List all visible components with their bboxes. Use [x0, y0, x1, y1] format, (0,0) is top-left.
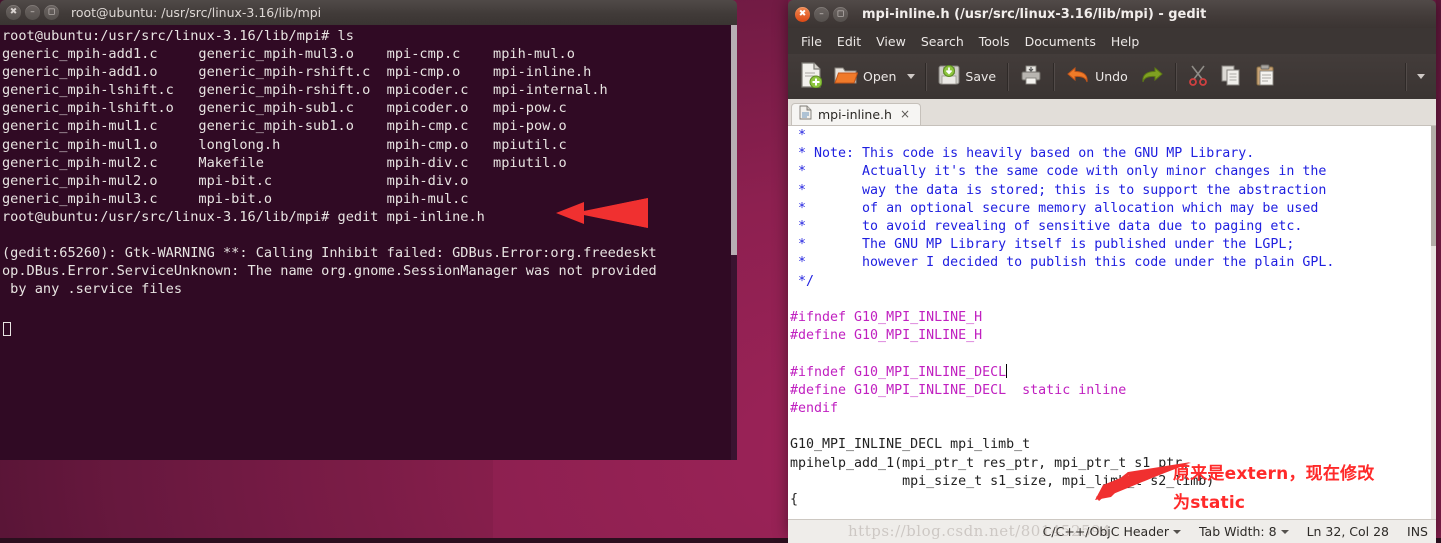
menu-documents[interactable]: Documents — [1018, 31, 1103, 52]
folder-open-icon — [834, 64, 859, 89]
redo-arrow-icon — [1140, 65, 1164, 88]
menu-tools[interactable]: Tools — [972, 31, 1017, 52]
new-document-icon — [800, 62, 823, 91]
code-line: * to avoid revealing of sensitive data d… — [790, 219, 1303, 235]
gedit-text-editor[interactable]: * * Note: This code is heavily based on … — [788, 126, 1436, 519]
minimize-icon[interactable]: – — [25, 5, 40, 20]
code-line: * of an optional secure memory allocatio… — [790, 200, 1319, 216]
code-line: #define G10_MPI_INLINE_DECL — [790, 382, 1007, 398]
code-line: #define G10_MPI_INLINE_H — [790, 328, 983, 344]
code-line: * way the data is stored; this is to sup… — [790, 182, 1327, 198]
code-line: * however I decided to publish this code… — [790, 255, 1335, 271]
open-file-label: Open — [863, 69, 897, 84]
gedit-window-controls[interactable]: ✖ – ◻ — [795, 6, 848, 22]
tab-label: mpi-inline.h — [818, 106, 892, 122]
save-button[interactable]: Save — [932, 60, 1002, 93]
save-label: Save — [965, 69, 997, 84]
printer-icon — [1020, 64, 1042, 89]
language-selector[interactable]: C/C++/ObjC Header — [1043, 524, 1181, 539]
editor-scrollbar-track[interactable] — [1431, 126, 1436, 519]
tab-close-icon[interactable]: × — [898, 108, 912, 120]
gedit-titlebar[interactable]: ✖ – ◻ mpi-inline.h (/usr/src/linux-3.16/… — [788, 0, 1436, 28]
code-line: #ifndef G10_MPI_INLINE_H — [790, 310, 983, 326]
menu-file[interactable]: File — [794, 31, 829, 52]
terminal-title: root@ubuntu: /usr/src/linux-3.16/lib/mpi — [71, 5, 322, 20]
annotation-text-line-1: 原来是extern，现在修改 — [1173, 464, 1375, 484]
terminal-window-controls[interactable]: ✖ – ◻ — [6, 5, 59, 20]
source-code-content[interactable]: * * Note: This code is heavily based on … — [788, 126, 1436, 509]
copy-icon — [1220, 64, 1242, 89]
code-line: #ifndef G10_MPI_INLINE_DECL — [790, 364, 1007, 380]
menu-edit[interactable]: Edit — [830, 31, 868, 52]
tab-mpi-inline-h[interactable]: mpi-inline.h × — [791, 103, 922, 125]
editor-scrollbar-thumb[interactable] — [1431, 126, 1436, 246]
toolbar-separator — [925, 62, 928, 91]
code-line: G10_MPI_INLINE_DECL mpi_limb_t — [790, 437, 1031, 453]
code-line: * The GNU MP Library itself is published… — [790, 237, 1295, 253]
maximize-icon[interactable]: ◻ — [833, 6, 848, 22]
code-line: * Actually it's the same code with only … — [790, 164, 1327, 180]
language-label: C/C++/ObjC Header — [1042, 524, 1169, 539]
code-line: mpihelp_add_1(mpi_ptr_t res_ptr, mpi_ptr… — [790, 455, 1191, 471]
undo-label: Undo — [1095, 69, 1128, 84]
code-line-suffix: static inline — [1006, 382, 1127, 398]
code-line: */ — [790, 273, 815, 289]
terminal-output: root@ubuntu:/usr/src/linux-3.16/lib/mpi#… — [2, 28, 657, 298]
paste-button[interactable] — [1248, 60, 1282, 93]
gedit-toolbar[interactable]: Open Save Undo — [788, 54, 1436, 99]
gedit-tabbar[interactable]: mpi-inline.h × — [788, 99, 1436, 126]
close-icon[interactable]: ✖ — [795, 6, 810, 22]
text-cursor — [1006, 363, 1008, 378]
terminal-window[interactable]: ✖ – ◻ root@ubuntu: /usr/src/linux-3.16/l… — [0, 0, 737, 460]
terminal-cursor — [3, 322, 11, 336]
print-button[interactable] — [1014, 60, 1048, 93]
clipboard-paste-icon — [1254, 64, 1276, 89]
language-chevron-down-icon[interactable] — [1172, 529, 1181, 534]
scissors-icon — [1188, 64, 1208, 89]
open-dropdown-chevron-down-icon[interactable] — [907, 74, 916, 79]
toolbar-separator — [1174, 62, 1177, 91]
maximize-icon[interactable]: ◻ — [44, 5, 59, 20]
terminal-scrollbar-thumb[interactable] — [731, 25, 737, 255]
toolbar-separator — [1405, 62, 1407, 91]
gedit-menubar[interactable]: File Edit View Search Tools Documents He… — [788, 28, 1436, 54]
menu-view[interactable]: View — [869, 31, 913, 52]
redo-button[interactable] — [1134, 61, 1170, 92]
save-disk-icon — [938, 64, 960, 89]
undo-button[interactable]: Undo — [1060, 61, 1134, 92]
tab-width-label: Tab Width: 8 — [1198, 524, 1277, 539]
terminal-titlebar[interactable]: ✖ – ◻ root@ubuntu: /usr/src/linux-3.16/l… — [0, 0, 737, 25]
insert-mode-label: INS — [1407, 524, 1428, 539]
toolbar-overflow-chevron-down-icon[interactable] — [1417, 74, 1425, 79]
code-line: #endif — [790, 401, 839, 417]
code-line: * Note: This code is heavily based on th… — [790, 146, 1255, 162]
new-document-button[interactable] — [794, 58, 828, 95]
open-file-button[interactable]: Open — [828, 60, 902, 93]
document-icon — [799, 105, 812, 124]
terminal-body[interactable]: root@ubuntu:/usr/src/linux-3.16/lib/mpi#… — [0, 25, 737, 460]
code-line: mpi_size_t s1_size, mpi_limb_t s2_limb) — [790, 473, 1215, 489]
menu-help[interactable]: Help — [1104, 31, 1147, 52]
gedit-window[interactable]: ✖ – ◻ mpi-inline.h (/usr/src/linux-3.16/… — [788, 0, 1436, 543]
menu-search[interactable]: Search — [914, 31, 971, 52]
gedit-statusbar: https://blog.csdn.net/801452594 C/C++/Ob… — [788, 519, 1436, 543]
tab-width-selector[interactable]: Tab Width: 8 — [1199, 524, 1289, 539]
gedit-window-title: mpi-inline.h (/usr/src/linux-3.16/lib/mp… — [862, 6, 1207, 22]
minimize-icon[interactable]: – — [814, 6, 829, 22]
close-icon[interactable]: ✖ — [6, 5, 21, 20]
annotation-text-line-2: 为static — [1173, 493, 1246, 513]
copy-button[interactable] — [1214, 60, 1248, 93]
cut-button[interactable] — [1182, 60, 1214, 93]
tab-width-chevron-down-icon[interactable] — [1280, 529, 1289, 534]
terminal-scrollbar-track[interactable] — [731, 25, 737, 460]
cursor-position-label: Ln 32, Col 28 — [1306, 524, 1390, 539]
toolbar-separator — [1007, 62, 1010, 91]
undo-arrow-icon — [1066, 65, 1090, 88]
code-line: { — [790, 492, 799, 508]
toolbar-separator — [1053, 62, 1056, 91]
code-line: * — [790, 128, 807, 143]
